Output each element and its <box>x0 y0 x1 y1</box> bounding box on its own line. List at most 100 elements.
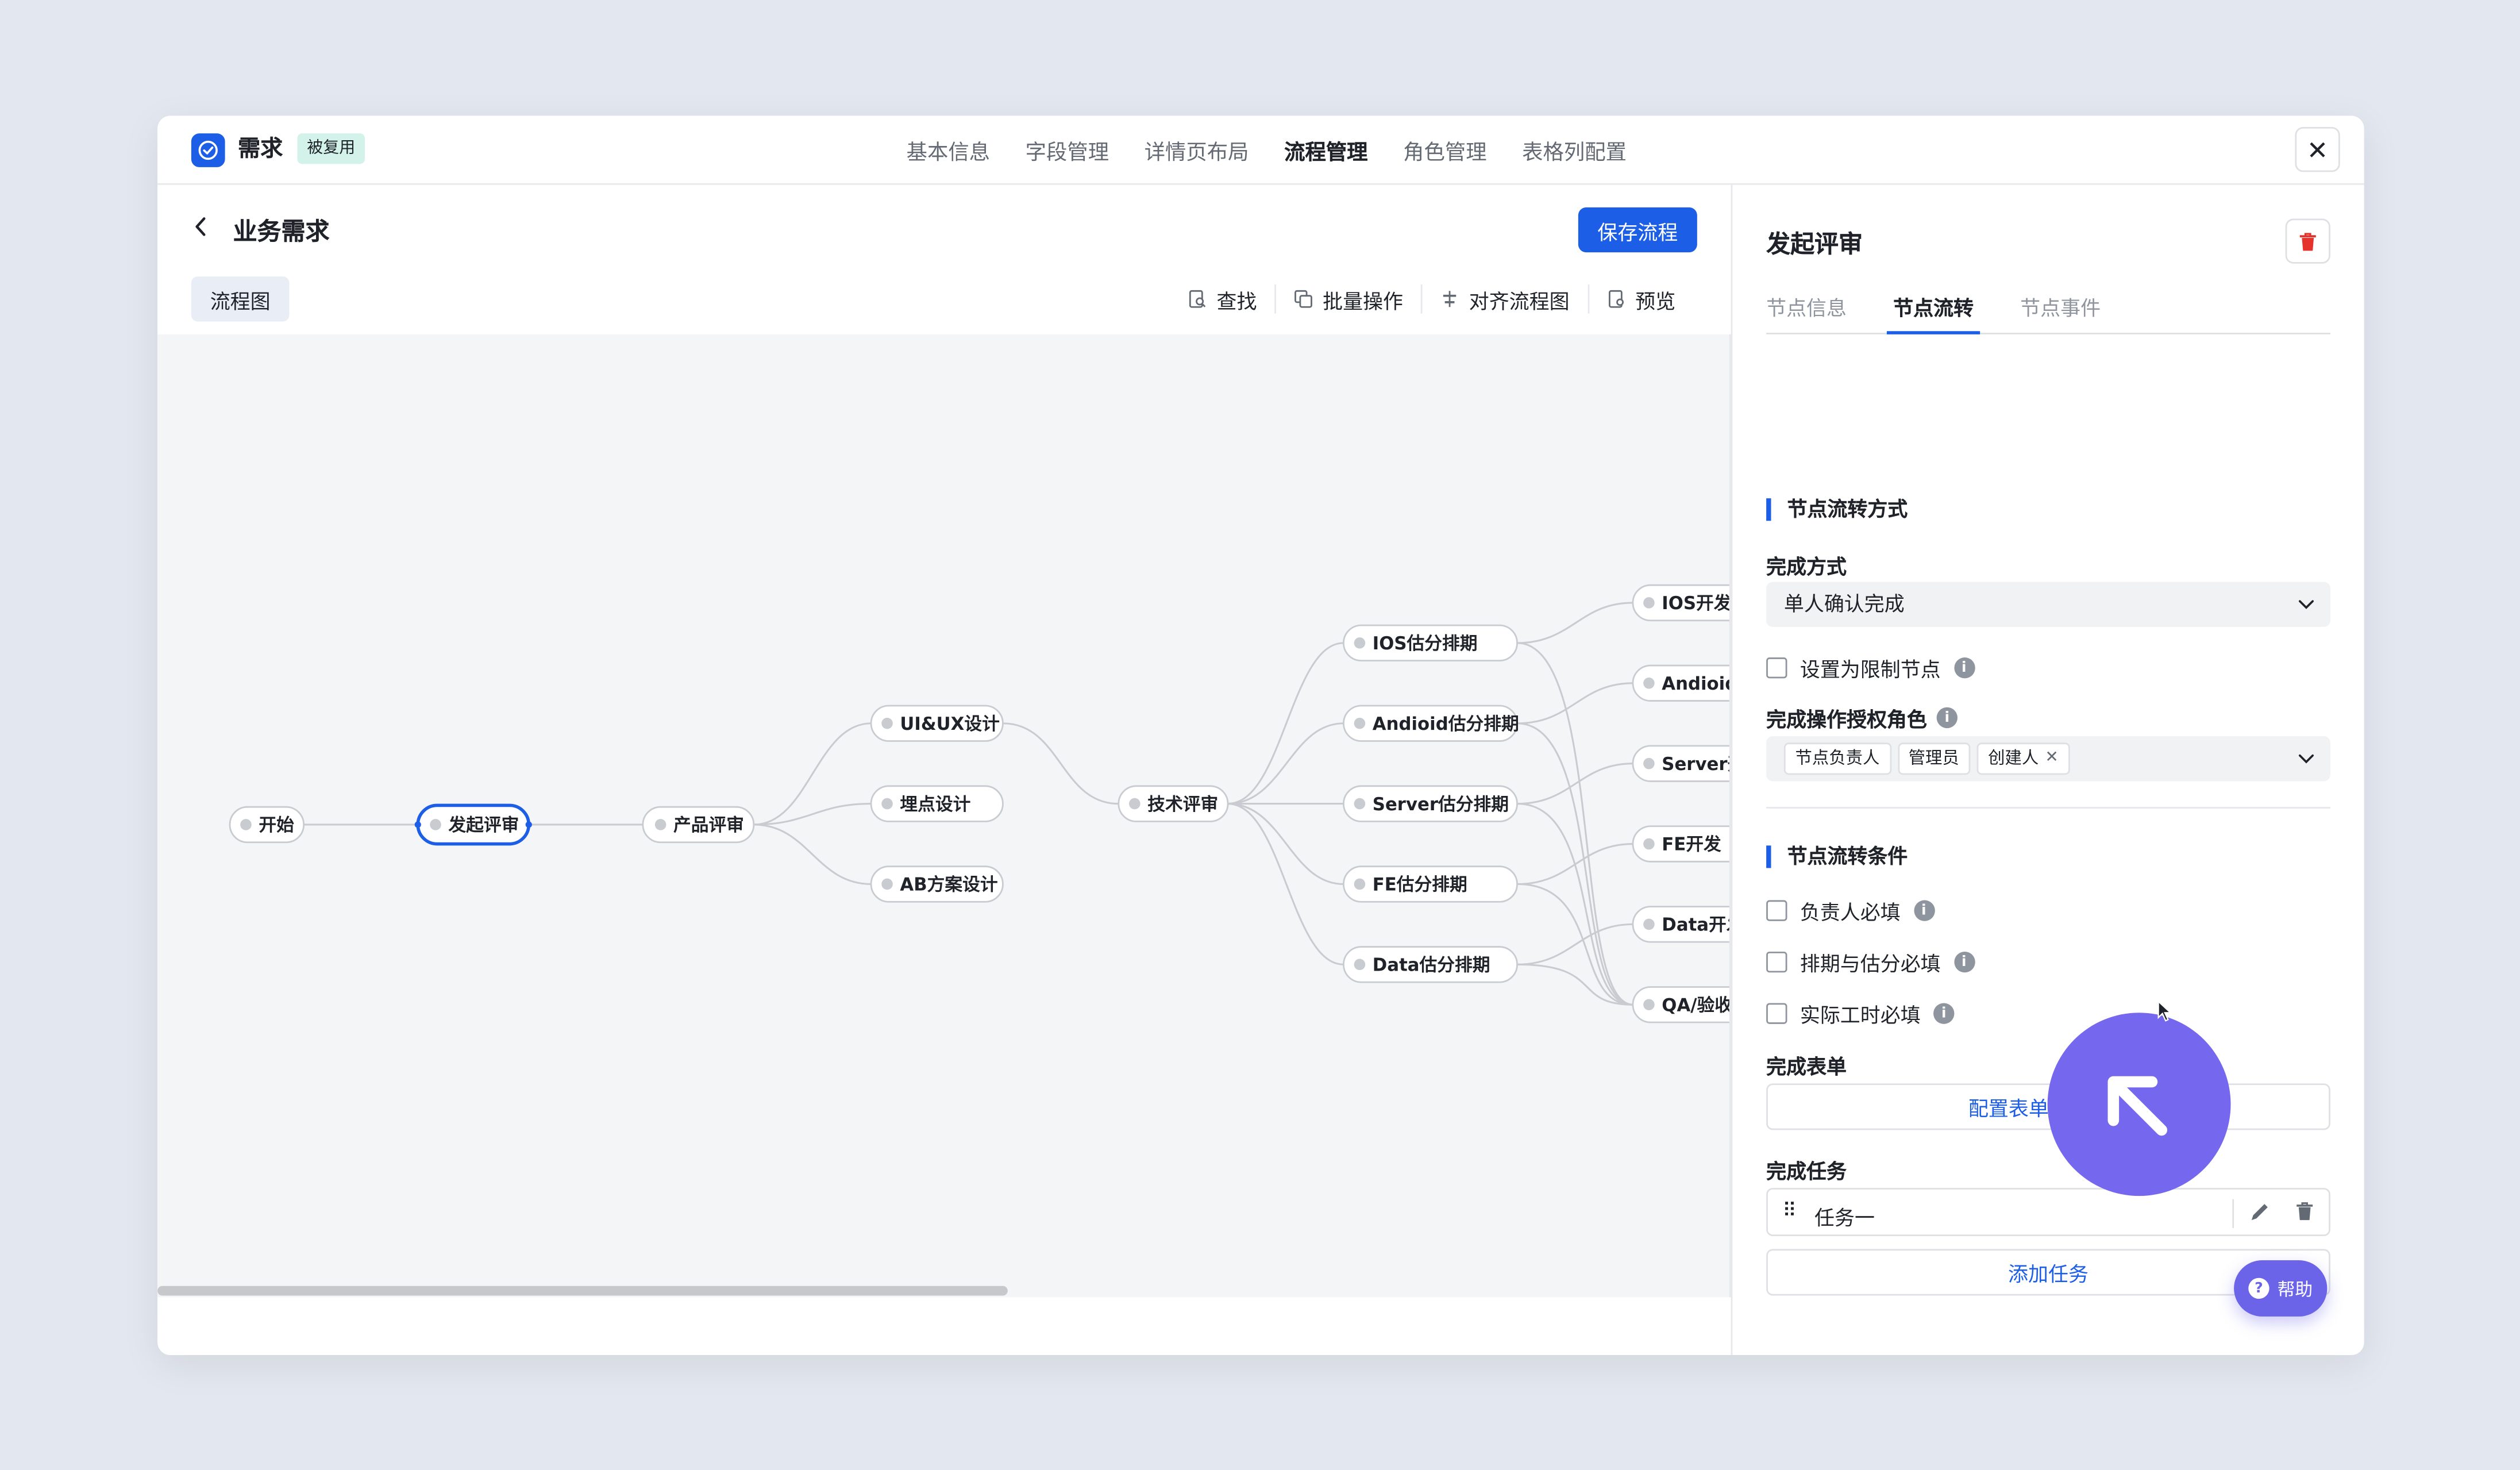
hours-required-checkbox[interactable] <box>1766 1003 1787 1024</box>
edit-icon[interactable] <box>2248 1199 2271 1232</box>
complete-mode-select[interactable]: 单人确认完成 <box>1766 582 2330 627</box>
modal-window: 需求 被复用 基本信息 字段管理 详情页布局 流程管理 角色管理 表格列配置 ✕… <box>157 116 2364 1356</box>
svg-text:发起评审: 发起评审 <box>448 815 519 836</box>
hours-required-label: 实际工时必填 <box>1800 1003 1921 1028</box>
node-config-panel: 发起评审 节点信息 节点流转 节点事件 节点流转方式 完成方式 单人确认完成 设… <box>1766 185 2330 1355</box>
find-button[interactable]: 查找 <box>1170 284 1277 314</box>
svg-text:Andioid开发: Andioid开发 <box>1662 674 1731 694</box>
close-button[interactable]: ✕ <box>2295 126 2340 172</box>
node-data-dev[interactable]: Data开发 <box>1632 906 1731 943</box>
app-title: 需求 <box>237 136 283 163</box>
horizontal-scrollbar[interactable] <box>157 1286 1008 1296</box>
node-qa[interactable]: QA/验收 <box>1632 986 1731 1023</box>
copy-icon <box>1294 290 1312 308</box>
reused-badge: 被复用 <box>297 133 365 164</box>
roles-label: 完成操作授权角色 <box>1766 707 1927 732</box>
svg-text:产品评审: 产品评审 <box>673 815 744 836</box>
section-transition-mode: 节点流转方式 <box>1766 498 1908 521</box>
node-android-estimate[interactable]: Andioid估分排期 <box>1343 705 1519 742</box>
owner-required-checkbox[interactable] <box>1766 900 1787 921</box>
node-ios-dev[interactable]: IOS开发 <box>1632 584 1731 622</box>
tab-detail-layout[interactable]: 详情页布局 <box>1145 135 1249 166</box>
align-label: 对齐流程图 <box>1469 288 1570 313</box>
chevron-left-icon <box>195 217 206 236</box>
panel-title: 发起评审 <box>1766 229 1863 259</box>
trash-icon[interactable] <box>2295 1199 2314 1232</box>
tab-field-management[interactable]: 字段管理 <box>1026 135 1109 166</box>
node-ios-estimate[interactable]: IOS估分排期 <box>1343 624 1518 662</box>
node-product-review[interactable]: 产品评审 <box>642 806 755 844</box>
tab-node-transition[interactable]: 节点流转 <box>1886 282 1980 334</box>
panel-tabs: 节点信息 节点流转 节点事件 <box>1766 282 2330 334</box>
cond-schedule-row: 排期与估分必填 i <box>1766 947 1975 978</box>
mouse-pointer-icon <box>2157 998 2173 1029</box>
svg-text:AB方案设计: AB方案设计 <box>900 875 997 895</box>
tab-role-management[interactable]: 角色管理 <box>1403 135 1486 166</box>
info-icon[interactable]: i <box>1933 1003 1955 1024</box>
node-android-dev[interactable]: Andioid开发 <box>1632 664 1731 702</box>
remove-tag-icon[interactable]: ✕ <box>2045 736 2058 781</box>
tab-node-info[interactable]: 节点信息 <box>1766 282 1847 333</box>
flow-canvas[interactable]: 开始 发起评审 产品评审 UI&UX设计 埋点设计 AB方案设计 技术评审 IO… <box>157 334 1731 1298</box>
trash-icon <box>2299 232 2316 250</box>
node-fe-dev[interactable]: FE开发 <box>1632 825 1731 863</box>
preview-button[interactable]: 预览 <box>1589 284 1693 313</box>
node-data-estimate[interactable]: Data估分排期 <box>1343 946 1518 983</box>
flowchart-svg: 开始 发起评审 产品评审 UI&UX设计 埋点设计 AB方案设计 技术评审 IO… <box>229 584 1731 1023</box>
tab-basic-info[interactable]: 基本信息 <box>907 135 990 166</box>
svg-text:IOS估分排期: IOS估分排期 <box>1373 633 1478 654</box>
tab-node-events[interactable]: 节点事件 <box>2020 282 2101 333</box>
panel-divider <box>1731 184 1733 1356</box>
role-tag: 节点负责人 <box>1783 742 1891 775</box>
info-icon[interactable]: i <box>1953 951 1975 973</box>
node-launch-review-selected[interactable]: 发起评审 <box>414 803 532 846</box>
svg-text:开始: 开始 <box>259 815 294 836</box>
restrict-node-checkbox[interactable] <box>1766 657 1787 679</box>
cond-hours-row: 实际工时必填 i <box>1766 998 1955 1029</box>
node-ab-design[interactable]: AB方案设计 <box>870 865 1004 903</box>
task-row[interactable]: ⠿ 任务一 <box>1766 1188 2330 1237</box>
node-fe-estimate[interactable]: FE估分排期 <box>1343 865 1518 903</box>
batch-label: 批量操作 <box>1323 288 1404 313</box>
help-icon: ? <box>2248 1277 2269 1299</box>
save-flow-button[interactable]: 保存流程 <box>1578 207 1697 253</box>
restrict-node-row: 设置为限制节点 i <box>1766 653 1975 683</box>
svg-text:Server估分排期: Server估分排期 <box>1373 794 1509 815</box>
svg-text:FE估分排期: FE估分排期 <box>1373 875 1467 895</box>
drag-handle-icon[interactable]: ⠿ <box>1782 1199 1797 1222</box>
task-separator <box>2232 1199 2234 1229</box>
section-transition-conditions: 节点流转条件 <box>1766 845 1908 868</box>
restrict-node-label: 设置为限制节点 <box>1800 657 1941 682</box>
node-start[interactable]: 开始 <box>229 806 305 844</box>
tab-flow-management[interactable]: 流程管理 <box>1284 135 1367 166</box>
svg-text:IOS开发: IOS开发 <box>1662 593 1731 614</box>
cond-owner-row: 负责人必填 i <box>1766 895 1935 926</box>
info-icon[interactable]: i <box>1936 707 1958 729</box>
tab-flowchart[interactable]: 流程图 <box>191 276 290 322</box>
svg-text:埋点设计: 埋点设计 <box>900 794 970 815</box>
info-icon[interactable]: i <box>1913 900 1935 921</box>
svg-text:Data开发: Data开发 <box>1662 915 1731 936</box>
info-icon[interactable]: i <box>1953 657 1975 679</box>
node-server-estimate[interactable]: Server估分排期 <box>1343 785 1518 822</box>
schedule-required-checkbox[interactable] <box>1766 951 1787 973</box>
role-tag: 管理员 <box>1897 742 1971 775</box>
node-tech-review[interactable]: 技术评审 <box>1118 785 1229 822</box>
cursor-highlight-icon <box>2047 1013 2231 1196</box>
roles-select[interactable]: 节点负责人 管理员 创建人 ✕ <box>1766 736 2330 782</box>
tab-table-columns[interactable]: 表格列配置 <box>1522 135 1627 166</box>
role-tag: 创建人 ✕ <box>1976 742 2070 775</box>
page-title: 业务需求 <box>233 217 330 246</box>
node-tracking-design[interactable]: 埋点设计 <box>870 785 1004 822</box>
node-uiux-design[interactable]: UI&UX设计 <box>870 705 1004 742</box>
svg-text:Server开发: Server开发 <box>1662 754 1731 775</box>
delete-node-button[interactable] <box>2285 218 2330 264</box>
task-name: 任务一 <box>1814 1205 1875 1230</box>
svg-text:技术评审: 技术评审 <box>1147 794 1218 815</box>
help-button[interactable]: ? 帮助 <box>2234 1260 2328 1317</box>
preview-icon <box>1608 290 1623 308</box>
back-button[interactable] <box>193 214 209 244</box>
batch-operation-button[interactable]: 批量操作 <box>1276 284 1423 314</box>
align-flowchart-button[interactable]: 对齐流程图 <box>1423 284 1589 314</box>
node-server-dev[interactable]: Server开发 <box>1632 745 1731 782</box>
